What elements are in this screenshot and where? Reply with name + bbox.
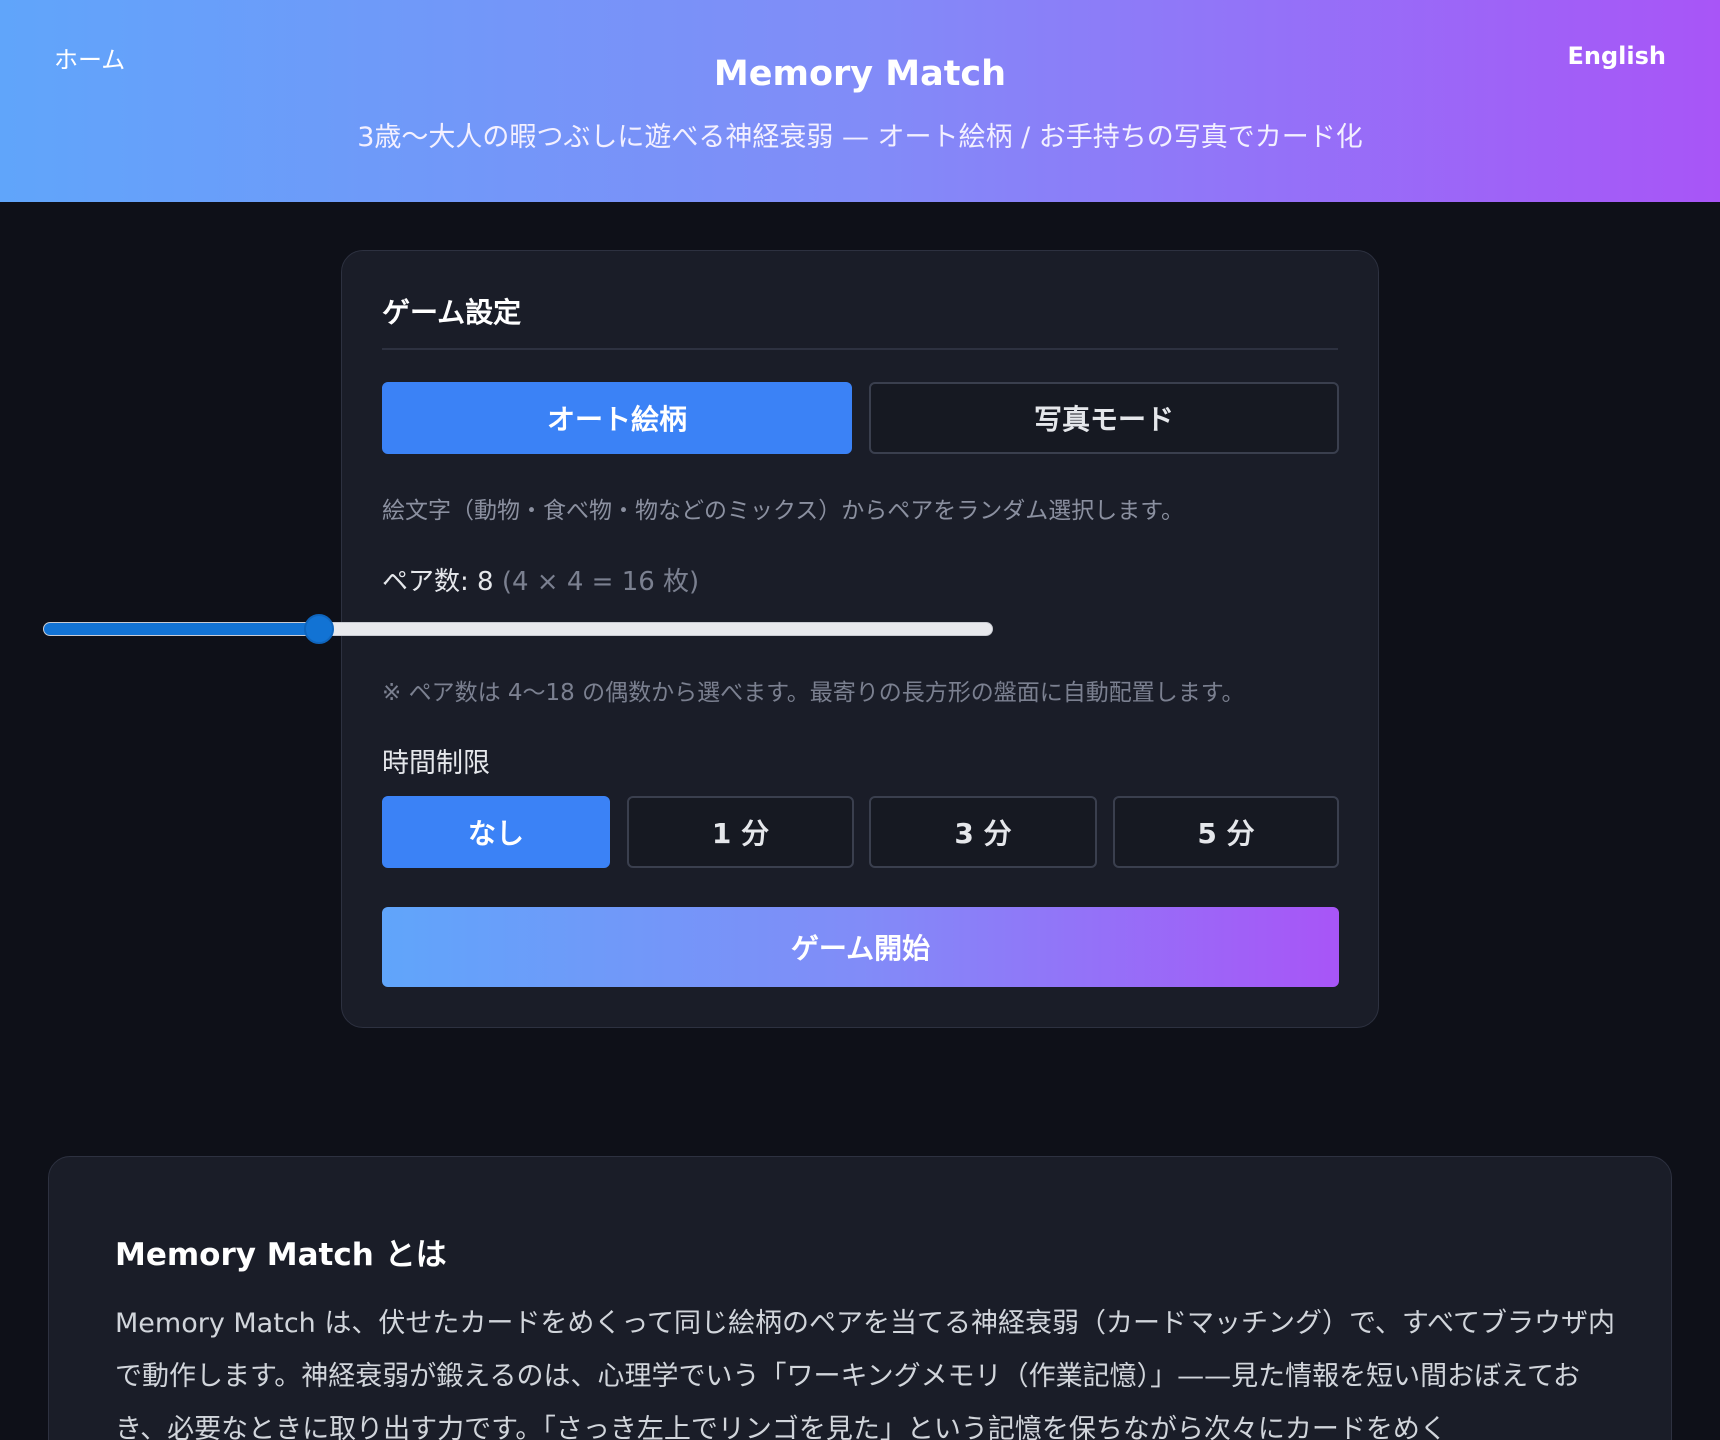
- about-body: Memory Match は、伏せたカードをめくって同じ絵柄のペアを当てる神経衰…: [115, 1308, 1615, 1440]
- mode-photo-button[interactable]: 写真モード: [869, 382, 1339, 454]
- settings-divider: [382, 348, 1338, 350]
- pairs-detail: (4 × 4 = 16 枚): [501, 567, 700, 597]
- time-limit-label: 時間制限: [382, 748, 490, 779]
- mode-description: 絵文字（動物・食べ物・物などのミックス）からペアをランダム選択します。: [382, 498, 1185, 524]
- pairs-label: ペア数: 8 (4 × 4 = 16 枚): [382, 561, 699, 598]
- time-limit-3min-button[interactable]: 3 分: [869, 796, 1097, 868]
- page-title: Memory Match: [713, 54, 1007, 94]
- page-subtitle: 3歳〜大人の暇つぶしに遊べる神経衰弱 — オート絵柄 / お手持ちの写真でカード…: [357, 122, 1363, 153]
- about-title: Memory Match とは: [115, 1237, 447, 1273]
- page-header: ホーム English Memory Match 3歳〜大人の暇つぶしに遊べる神…: [0, 0, 1720, 202]
- pairs-value: 8: [477, 567, 494, 597]
- time-limit-none-button[interactable]: なし: [382, 796, 610, 868]
- time-limit-1min-button[interactable]: 1 分: [627, 796, 854, 868]
- start-game-button[interactable]: ゲーム開始: [382, 907, 1339, 987]
- about-section: Memory Match とは Memory Match は、伏せたカードをめく…: [48, 1156, 1672, 1440]
- pairs-note: ※ ペア数は 4〜18 の偶数から選べます。最寄りの長方形の盤面に自動配置します…: [382, 680, 1245, 706]
- pairs-slider-thumb[interactable]: [303, 614, 334, 644]
- pairs-slider[interactable]: [43, 614, 993, 644]
- pairs-slider-fill: [44, 623, 319, 635]
- settings-title: ゲーム設定: [382, 296, 522, 329]
- game-settings-card: ゲーム設定 オート絵柄 写真モード 絵文字（動物・食べ物・物などのミックス）から…: [341, 250, 1379, 1028]
- pairs-label-text: ペア数:: [382, 567, 478, 597]
- time-limit-5min-button[interactable]: 5 分: [1113, 796, 1339, 868]
- mode-auto-button[interactable]: オート絵柄: [382, 382, 852, 454]
